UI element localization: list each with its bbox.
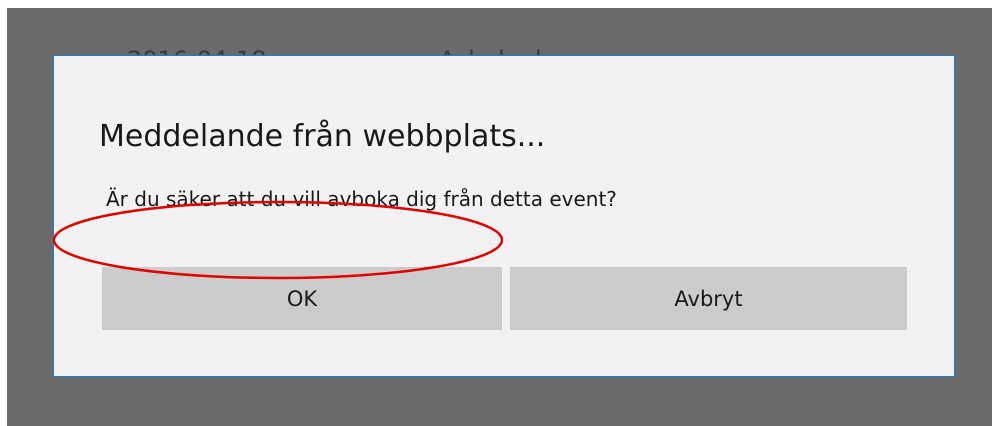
ok-button[interactable]: OK	[102, 267, 502, 330]
screen: 2016-04-18 Avbokad Meddelande från webbp…	[0, 0, 999, 426]
confirm-dialog: Meddelande från webbplats... Är du säker…	[53, 55, 955, 377]
ok-button-label: OK	[286, 286, 318, 311]
cancel-button-label: Avbryt	[674, 286, 743, 311]
dialog-title: Meddelande från webbplats...	[99, 119, 546, 154]
dialog-message: Är du säker att du vill avboka dig från …	[106, 187, 617, 211]
cancel-button[interactable]: Avbryt	[510, 267, 907, 330]
